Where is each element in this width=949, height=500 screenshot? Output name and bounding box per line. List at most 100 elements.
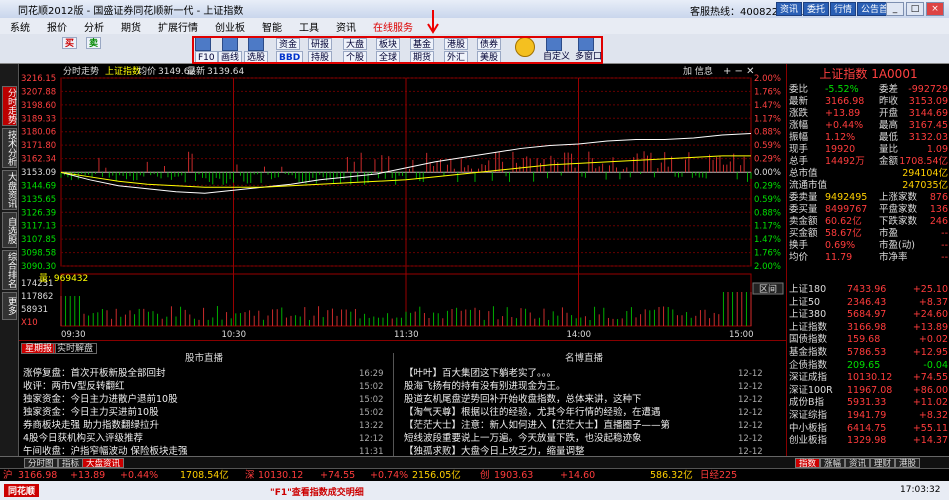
- index-ticker: 沪 3166.98 +13.89 +0.44% 1708.54亿 深 10130…: [0, 468, 949, 481]
- quote-cell: 136: [929, 204, 948, 215]
- news-item[interactable]: 独家资金：今日主力买进前10股: [23, 406, 343, 420]
- chart-zoom-icons[interactable]: + − ✕: [723, 66, 755, 77]
- quote-title: 上证指数 1A0001: [819, 67, 918, 81]
- menu-futures[interactable]: 期货: [121, 19, 141, 34]
- btab-gain[interactable]: 涨幅: [820, 458, 846, 469]
- menu-smart[interactable]: 智能: [262, 19, 282, 34]
- btab-hk[interactable]: 港股: [895, 458, 921, 469]
- quote-row: 涨幅 +0.44% 最高 3167.45: [789, 120, 948, 131]
- quote-cell: 3153.09: [908, 96, 948, 107]
- quote-cell: 876: [929, 192, 948, 203]
- status-hint: "F1"查看指数成交明细: [270, 488, 364, 498]
- menu-tools[interactable]: 工具: [299, 19, 319, 34]
- index-row[interactable]: 上证指数 3166.98 +13.89: [789, 322, 948, 333]
- y-tick-label: 3126.39: [21, 208, 56, 218]
- index-cell: 深证综指: [789, 410, 828, 421]
- menu-analysis[interactable]: 分析: [84, 19, 104, 34]
- menu-online-service[interactable]: 在线服务: [373, 19, 413, 34]
- minimize-button[interactable]: _: [886, 2, 904, 16]
- menu-system[interactable]: 系统: [10, 19, 30, 34]
- index-row[interactable]: 深证100R 11967.08 +86.00: [789, 385, 948, 396]
- news-item[interactable]: 【淘气天尊】根据以往的经验，尤其今年行情的经验，在遭遇: [404, 406, 724, 420]
- volume-range-button[interactable]: 区间: [759, 283, 777, 295]
- quote-cell: 246: [929, 216, 948, 227]
- btab-finance[interactable]: 理财: [870, 458, 896, 469]
- news-top-button[interactable]: 资讯: [776, 2, 803, 16]
- x-tick-label: 14:00: [567, 330, 592, 340]
- menu-gem[interactable]: 创业板: [215, 19, 245, 34]
- buy-button[interactable]: 买: [62, 37, 78, 49]
- news-item[interactable]: 4股今日获机构买入评级推荐: [23, 432, 343, 446]
- quote-cell: 买金额: [789, 228, 818, 239]
- news-item[interactable]: 【茫茫大士】注意：新人如何进入【茫茫大士】直播圈子——第: [404, 419, 724, 433]
- menu-ext-quote[interactable]: 扩展行情: [158, 19, 198, 34]
- quote-cell: 60.62亿: [825, 216, 862, 227]
- vtab-more[interactable]: 更多: [2, 292, 17, 320]
- y-tick-label: 3216.15: [21, 74, 56, 84]
- vtab-market-news[interactable]: 大盘资讯: [2, 170, 17, 210]
- index-cell: 11967.08: [847, 384, 893, 396]
- quote-cell: 总手: [789, 156, 809, 167]
- index-cell: +24.60: [912, 309, 948, 321]
- right-news-title: 名博直播: [564, 353, 603, 364]
- arrow-down-icon: [427, 10, 439, 34]
- news-item[interactable]: 股海飞扬有的持有没有别进现金为王。: [404, 380, 724, 394]
- index-row[interactable]: 深证综指 1941.79 +8.32: [789, 410, 948, 421]
- index-row[interactable]: 企债指数 209.65 -0.04: [789, 360, 948, 371]
- index-cell: 1329.98: [847, 435, 887, 447]
- index-cell: +0.02: [918, 334, 948, 346]
- quote-top-button[interactable]: 行情: [830, 2, 857, 16]
- btab-intraday[interactable]: 分时图: [24, 458, 58, 469]
- news-item[interactable]: 【叶叶】百大集团这下躺老实了。。。: [404, 367, 724, 381]
- index-row[interactable]: 上证180 7433.96 +25.10: [789, 284, 948, 295]
- quote-row: 委比 -5.52% 委差 -992729: [789, 84, 948, 95]
- menu-news[interactable]: 资讯: [336, 19, 356, 34]
- index-cell: 中小板指: [789, 422, 828, 434]
- news-time: 12-12: [738, 395, 763, 405]
- index-row[interactable]: 深证成指 10130.12 +74.55: [789, 372, 948, 383]
- index-cell: +25.10: [912, 284, 948, 295]
- index-row[interactable]: 上证50 2346.43 +8.37: [789, 297, 948, 308]
- menu-quote[interactable]: 报价: [47, 19, 67, 34]
- news-time: 15:02: [359, 395, 384, 405]
- index-cell: +74.55: [912, 372, 948, 384]
- btab-index[interactable]: 指数: [795, 458, 821, 469]
- news-item[interactable]: 短线波段重要说上一万遍。今天放量下跌，也没起稳迹象: [404, 432, 724, 446]
- news-item[interactable]: 收评：两市V型反转翻红: [23, 380, 343, 394]
- index-row[interactable]: 上证380 5684.97 +24.60: [789, 309, 948, 320]
- close-button[interactable]: ×: [926, 2, 944, 16]
- index-row[interactable]: 创业板指 1329.98 +14.37: [789, 435, 948, 446]
- trade-top-button[interactable]: 委托: [803, 2, 830, 16]
- index-cell: 创业板指: [789, 435, 828, 447]
- news-item[interactable]: 股道玄机尾盘逆势回补开始收盘指数，总体来讲，这种下: [404, 393, 724, 407]
- news-item[interactable]: 独家资金：今日主力进散户退前10股: [23, 393, 343, 407]
- index-row[interactable]: 成份B指 5931.33 +11.02: [789, 397, 948, 408]
- news-item[interactable]: 涨停复盘：首次开板新股全部回封: [23, 367, 343, 381]
- index-cell: +14.37: [912, 435, 948, 447]
- index-row[interactable]: 中小板指 6414.75 +55.11: [789, 423, 948, 434]
- chart-latest-value: 3139.64: [207, 67, 244, 77]
- vtab-ranking[interactable]: 综合排名: [2, 250, 17, 290]
- index-row[interactable]: 基金指数 5786.53 +12.95: [789, 347, 948, 358]
- vtab-watchlist[interactable]: 自选股: [2, 212, 17, 248]
- sell-button[interactable]: 卖: [86, 37, 102, 49]
- vtab-tech-analysis[interactable]: 技术分析: [2, 128, 17, 168]
- intraday-chart[interactable]: 分时走势 上证指数 均价 3149.62 最新 3139.64 加 信息 + −…: [19, 64, 786, 340]
- btab-news[interactable]: 资讯: [845, 458, 871, 469]
- index-cell: 上证50: [789, 296, 821, 308]
- btab-indicator[interactable]: 指标: [58, 458, 84, 469]
- quote-row: 均价 11.79 市净率 --: [789, 252, 948, 263]
- index-cell: 10130.12: [847, 372, 893, 384]
- quote-cell: 3167.45: [908, 120, 948, 131]
- index-cell: +86.00: [912, 384, 948, 396]
- news-item[interactable]: 券商板块走强 助力指数翻绿拉升: [23, 419, 343, 433]
- index-row[interactable]: 国债指数 159.68 +0.02: [789, 334, 948, 345]
- maximize-button[interactable]: □: [906, 2, 924, 16]
- index-cell: 1941.79: [847, 410, 887, 421]
- vtab-intraday[interactable]: 分时走势: [2, 86, 17, 126]
- index-cell: +12.95: [912, 347, 948, 358]
- btab-market-news[interactable]: 大盘资讯: [82, 458, 125, 469]
- y-tick-pct-label: 0.88%: [754, 208, 781, 218]
- y-tick-pct-label: 1.17%: [754, 222, 781, 232]
- chart-add-info[interactable]: 加 信息: [683, 65, 713, 77]
